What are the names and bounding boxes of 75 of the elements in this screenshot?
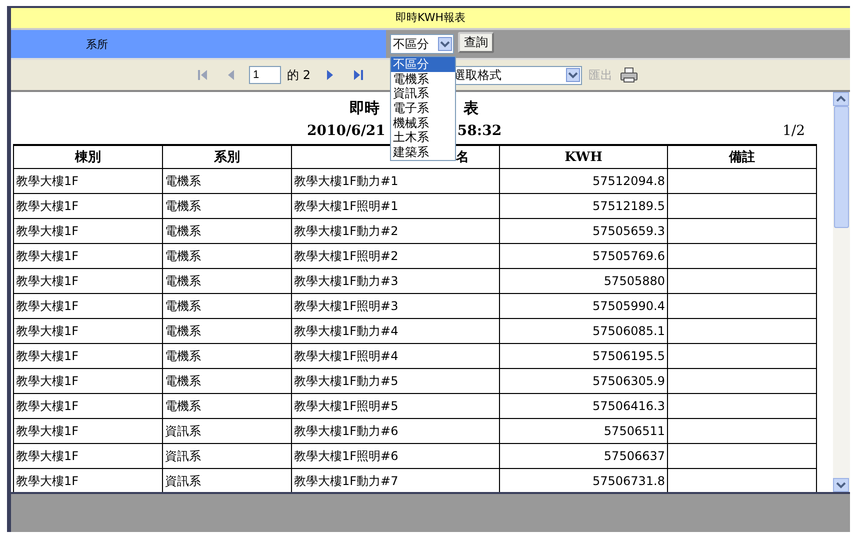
window-title: 即時KWH報表 (11, 8, 850, 30)
dropdown-option[interactable]: 建築系 (391, 145, 455, 160)
table-cell: 教學大樓1F照明#3 (292, 294, 500, 318)
table-cell: 57512094.8 (500, 168, 668, 194)
table-cell: 資訊系 (162, 444, 292, 468)
table-cell: 教學大樓1F照明#6 (292, 444, 500, 468)
table-cell: 教學大樓1F (14, 394, 162, 418)
page-number-input[interactable]: 1 (249, 66, 281, 84)
scroll-thumb[interactable] (834, 106, 849, 228)
scrollbar[interactable] (833, 92, 850, 492)
dropdown-option[interactable]: 電子系 (391, 101, 455, 116)
table-cell: 教學大樓1F動力#5 (292, 368, 500, 394)
department-select[interactable]: 不區分 (390, 34, 454, 54)
table-cell: 電機系 (162, 268, 292, 294)
table-cell: 教學大樓1F動力#6 (292, 418, 500, 444)
table-cell: 教學大樓1F (14, 294, 162, 318)
table-cell: 電機系 (162, 244, 292, 268)
table-cell: 57506637 (500, 444, 668, 468)
table-cell: 57512189.5 (500, 194, 668, 218)
column-header: 備註 (668, 145, 816, 168)
column-header: 棟別 (14, 145, 162, 168)
report-date: 2010/6/21 (307, 123, 386, 139)
table-cell: 教學大樓1F (14, 244, 162, 268)
report-title: 即時 (350, 99, 380, 118)
table-cell: 電機系 (162, 294, 292, 318)
table-cell: 教學大樓1F照明#4 (292, 344, 500, 368)
table-cell: 57505659.3 (500, 218, 668, 244)
table-cell: 教學大樓1F (14, 344, 162, 368)
table-cell: 教學大樓1F動力#1 (292, 168, 500, 194)
table-cell: 教學大樓1F照明#5 (292, 394, 500, 418)
column-header: 系別 (162, 145, 292, 168)
dropdown-option[interactable]: 機械系 (391, 116, 455, 130)
table-cell: 電機系 (162, 344, 292, 368)
filter-label: 系所 (86, 36, 108, 52)
table-cell: 教學大樓1F (14, 318, 162, 344)
table-cell: 教學大樓1F動力#4 (292, 318, 500, 344)
table-cell: 教學大樓1F照明#1 (292, 194, 500, 218)
table-cell: 教學大樓1F照明#2 (292, 244, 500, 268)
table-cell: 教學大樓1F (14, 194, 162, 218)
table-cell: 57505990.4 (500, 294, 668, 318)
table-cell: 電機系 (162, 218, 292, 244)
dropdown-option[interactable]: 不區分 (391, 57, 455, 72)
dropdown-option[interactable]: 土木系 (391, 130, 455, 146)
table-cell: 57505769.6 (500, 244, 668, 268)
table-cell: 教學大樓1F (14, 368, 162, 394)
query-button[interactable]: 查詢 (458, 32, 494, 52)
page-indicator: 1/2 (782, 123, 805, 139)
table-cell: 57506511 (500, 418, 668, 444)
table-cell: 電機系 (162, 368, 292, 394)
table-cell: 電機系 (162, 168, 292, 194)
table-cell: 57506305.9 (500, 368, 668, 394)
report-title: 表 (464, 99, 478, 118)
table-cell: 電機系 (162, 318, 292, 344)
table-cell: 教學大樓1F動力#3 (292, 268, 500, 294)
last-page-icon[interactable] (352, 69, 364, 81)
table-cell: 57506195.5 (500, 344, 668, 368)
table-cell: 電機系 (162, 194, 292, 218)
table-cell: 57506416.3 (500, 394, 668, 418)
column-header: KWH (500, 145, 668, 168)
table-cell: 57506085.1 (500, 318, 668, 344)
scroll-down-icon[interactable] (833, 478, 849, 492)
table-cell: 電機系 (162, 394, 292, 418)
table-cell: 教學大樓1F (14, 268, 162, 294)
table-cell: 資訊系 (162, 418, 292, 444)
scroll-up-icon[interactable] (833, 92, 849, 106)
table-cell: 教學大樓1F (14, 444, 162, 468)
table-cell: 57505880 (500, 268, 668, 294)
printer-icon[interactable] (620, 67, 638, 83)
table-cell: 教學大樓1F動力#2 (292, 218, 500, 244)
table-cell: 教學大樓1F (14, 418, 162, 444)
table-cell: 教學大樓1F (14, 168, 162, 194)
table-cell: 教學大樓1F (14, 218, 162, 244)
dropdown-option[interactable]: 資訊系 (391, 86, 455, 102)
page-total: 的 2 (287, 66, 310, 84)
report-time: 58:32 (457, 123, 502, 139)
